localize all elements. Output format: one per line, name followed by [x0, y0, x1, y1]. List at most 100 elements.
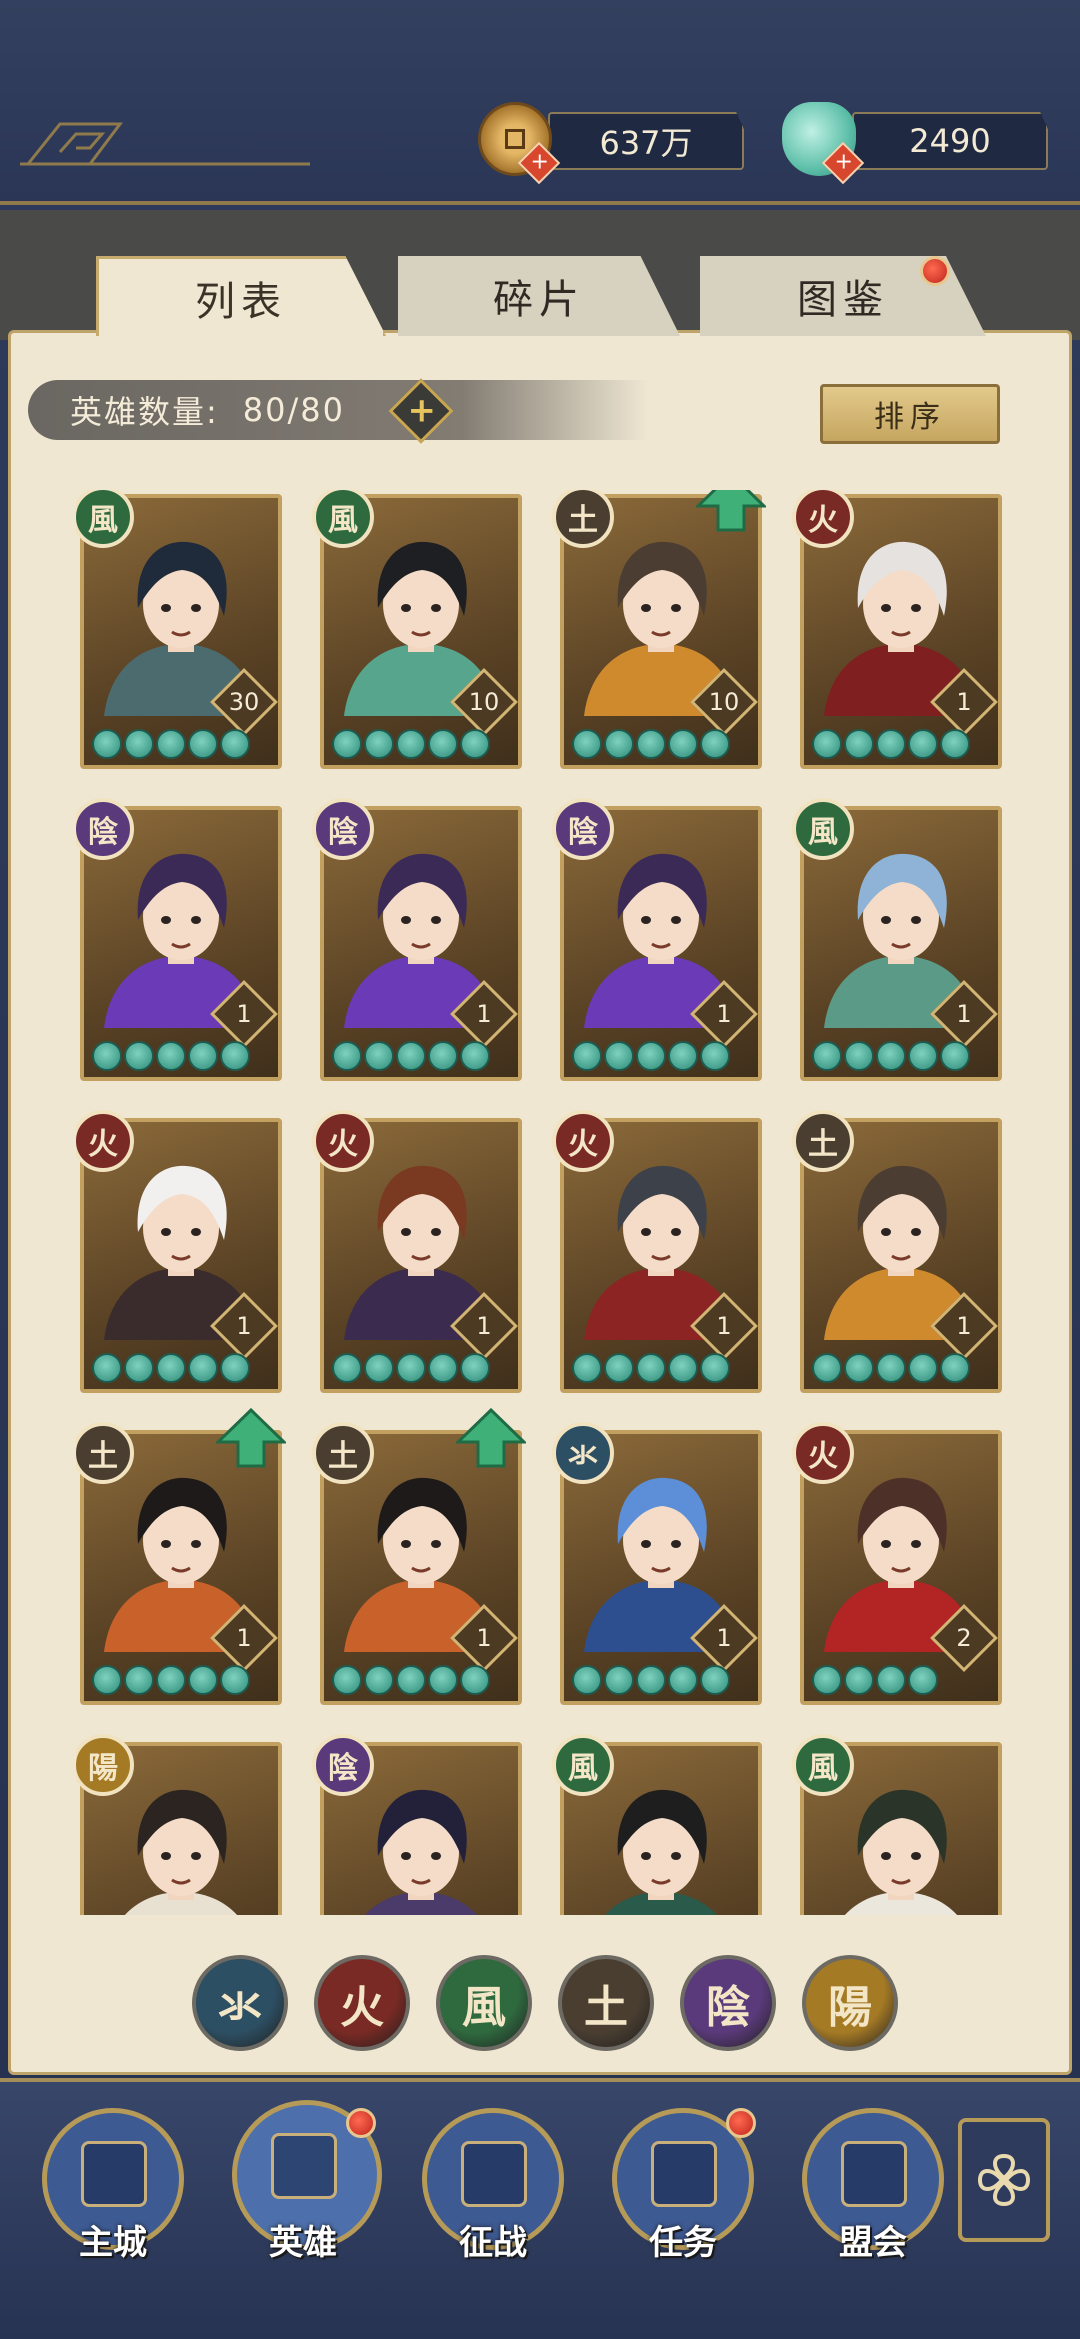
jade-star-icon: [572, 1353, 602, 1383]
hero-level: 10: [708, 688, 740, 716]
jade-star-icon: [156, 1041, 186, 1071]
hero-level: 1: [236, 1312, 252, 1340]
tab-fragments-label: 碎片: [493, 277, 585, 323]
hero-star-rating: [92, 1041, 250, 1071]
tab-fragments[interactable]: 碎片: [398, 256, 680, 336]
hero-card[interactable]: 風1: [792, 798, 1002, 1081]
hero-level: 1: [716, 1000, 732, 1028]
jade-star-icon: [812, 1041, 842, 1071]
jade-star-icon: [332, 1041, 362, 1071]
hero-card[interactable]: 土1: [792, 1110, 1002, 1393]
jade-star-icon: [124, 729, 154, 759]
jade-star-icon: [220, 1665, 250, 1695]
jade-star-icon: [188, 1353, 218, 1383]
jade-amount: 2490: [909, 122, 991, 160]
hero-card[interactable]: 土1: [76, 1422, 282, 1705]
hero-card[interactable]: 風: [792, 1734, 1002, 1915]
tab-list[interactable]: 列表: [96, 256, 386, 336]
jade-star-icon: [92, 1041, 122, 1071]
more-menu-button[interactable]: [958, 2118, 1050, 2242]
hero-card[interactable]: 土 10: [552, 490, 762, 769]
filter-water-button[interactable]: 氺: [192, 1955, 288, 2051]
hero-star-rating: [812, 1665, 938, 1695]
filter-fire-button[interactable]: 火: [314, 1955, 410, 2051]
jade-star-icon: [364, 1353, 394, 1383]
element-fire-icon: 火: [792, 1422, 854, 1484]
jade-star-icon: [636, 729, 666, 759]
hero-card[interactable]: 氺1: [552, 1422, 762, 1705]
hero-card[interactable]: 火1: [76, 1110, 282, 1393]
hero-level: 30: [228, 688, 260, 716]
hero-card[interactable]: 火1: [552, 1110, 762, 1393]
jade-star-icon: [668, 1041, 698, 1071]
nav-label: 英雄: [269, 2223, 337, 2263]
sort-button[interactable]: 排序: [820, 384, 1000, 444]
clover-menu-icon: [977, 2153, 1031, 2207]
hero-card[interactable]: 土1: [312, 1422, 522, 1705]
jade-star-icon: [668, 1665, 698, 1695]
element-yin-icon: 陰: [312, 798, 374, 860]
hero-card[interactable]: 風: [552, 1734, 762, 1915]
hero-star-rating: [572, 729, 730, 759]
hero-card[interactable]: 陰1: [552, 798, 762, 1081]
jade-star-icon: [908, 1041, 938, 1071]
hero-card[interactable]: 風 30: [76, 490, 282, 769]
hero-count: 英雄数量: 80/80: [28, 380, 648, 440]
nav-label: 盟会: [839, 2223, 907, 2263]
jade-star-icon: [396, 1665, 426, 1695]
jade-star-icon: [668, 1353, 698, 1383]
filter-earth-button[interactable]: 土: [558, 1955, 654, 2051]
hero-card[interactable]: 火1: [792, 490, 1002, 769]
cloud-ornament-icon: [20, 122, 310, 166]
jade-star-icon: [604, 729, 634, 759]
jade-star-icon: [940, 729, 970, 759]
hero-level: 1: [236, 1000, 252, 1028]
hero-card[interactable]: 火1: [312, 1110, 522, 1393]
hero-level: 2: [956, 1624, 972, 1652]
jade-star-icon: [364, 1041, 394, 1071]
jade-star-icon: [636, 1041, 666, 1071]
hero-card[interactable]: 陽: [76, 1734, 282, 1915]
alliance-icon: [841, 2141, 907, 2207]
top-bar: 637万 + 2490 +: [0, 0, 1080, 205]
hero-level: 1: [476, 1000, 492, 1028]
hero-portrait-icon: [271, 2133, 337, 2199]
hero-card[interactable]: 陰1: [312, 798, 522, 1081]
jade-star-icon: [156, 729, 186, 759]
jade-star-icon: [124, 1041, 154, 1071]
jade-star-icon: [604, 1665, 634, 1695]
hero-card[interactable]: 陰: [312, 1734, 522, 1915]
sort-button-label: 排序: [874, 400, 946, 435]
hero-star-rating: [92, 729, 250, 759]
element-water-icon: 氺: [552, 1422, 614, 1484]
filter-wind-button[interactable]: 風: [436, 1955, 532, 2051]
hero-level: 1: [476, 1312, 492, 1340]
hero-star-rating: [812, 1041, 970, 1071]
hero-card[interactable]: 火2: [792, 1422, 1002, 1705]
jade-star-icon: [460, 729, 490, 759]
jade-star-icon: [812, 1665, 842, 1695]
filter-yang-button[interactable]: 陽: [802, 1955, 898, 2051]
jade-star-icon: [156, 1353, 186, 1383]
jade-star-icon: [844, 729, 874, 759]
hero-level: 1: [956, 1312, 972, 1340]
hero-star-rating: [332, 1353, 490, 1383]
upgrade-arrow-icon: [456, 1408, 526, 1468]
battle-icon: [461, 2141, 527, 2207]
filter-yin-button[interactable]: 陰: [680, 1955, 776, 2051]
hero-level: 10: [468, 688, 500, 716]
jade-balance: 2490: [852, 112, 1048, 170]
jade-star-icon: [188, 1041, 218, 1071]
element-fire-icon: 火: [312, 1110, 374, 1172]
tab-list-label: 列表: [195, 278, 287, 325]
jade-star-icon: [844, 1041, 874, 1071]
hero-card[interactable]: 陰1: [76, 798, 282, 1081]
element-fire-icon: 火: [552, 1110, 614, 1172]
jade-star-icon: [572, 729, 602, 759]
jade-star-icon: [604, 1353, 634, 1383]
hero-card[interactable]: 風 10: [312, 490, 522, 769]
jade-star-icon: [572, 1665, 602, 1695]
jade-star-icon: [812, 1353, 842, 1383]
tab-codex-label: 图鉴: [797, 277, 889, 323]
jade-star-icon: [812, 729, 842, 759]
